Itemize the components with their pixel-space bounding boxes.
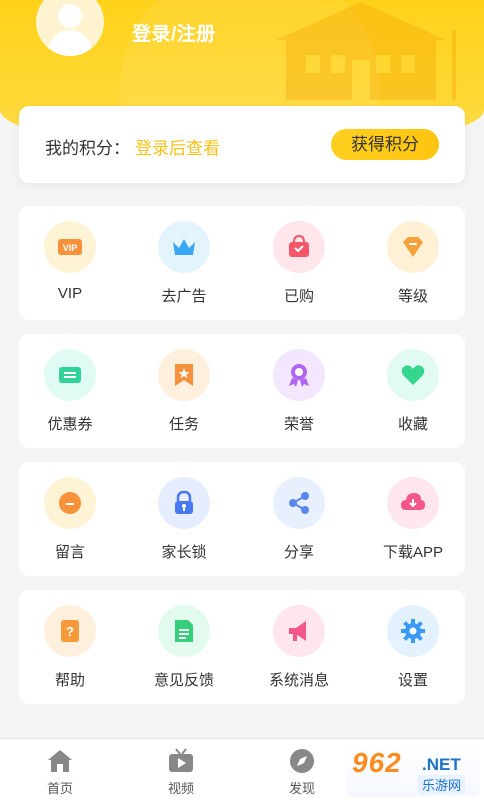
house-illustration-icon <box>276 2 456 100</box>
menu-item-label: 收藏 <box>397 416 428 433</box>
menu-card-4: ? 帮助 意见反馈 系统消息 设置 <box>19 590 465 704</box>
menu-item-feedback[interactable]: 意见反馈 <box>133 590 243 704</box>
avatar-body <box>48 30 92 56</box>
menu-item-label: 系统消息 <box>268 672 329 689</box>
tab-label: 首页 <box>46 781 73 796</box>
home-icon <box>48 750 72 772</box>
tab-label: 视频 <box>167 781 194 796</box>
menu-item-label: 设置 <box>397 672 428 689</box>
svg-text:VIP: VIP <box>63 243 78 253</box>
site-watermark-logo: 962 .NET 乐游网 <box>346 745 480 797</box>
bookmark-icon <box>158 349 210 401</box>
points-label: 我的积分： <box>45 139 130 158</box>
menu-item-label: 去广告 <box>161 288 207 305</box>
menu-item-label: 留言 <box>54 544 85 561</box>
menu-item-label: 优惠券 <box>47 416 93 433</box>
document-icon <box>158 605 210 657</box>
menu-item-label: 任务 <box>168 416 199 433</box>
tab-discover[interactable]: 发现 <box>252 739 352 800</box>
menu-item-download-app[interactable]: 下载APP <box>362 462 472 576</box>
vip-icon: VIP <box>44 221 96 273</box>
login-register-link[interactable]: 登录/注册 <box>132 19 216 46</box>
megaphone-icon <box>273 605 325 657</box>
menu-item-label: VIP <box>57 285 83 302</box>
tv-icon <box>169 748 193 772</box>
menu-item-honor[interactable]: 荣誉 <box>248 334 358 448</box>
menu-card-1: VIP VIP 去广告 已购 等级 <box>19 206 465 320</box>
menu-item-label: 等级 <box>397 288 428 305</box>
get-points-button[interactable]: 获得积分 <box>331 129 439 160</box>
lock-icon <box>158 477 210 529</box>
menu-item-label: 下载APP <box>382 544 443 561</box>
watermark-site-name: 乐游网 <box>418 775 466 794</box>
menu-card-2: 优惠券 任务 荣誉 收藏 <box>19 334 465 448</box>
heart-icon <box>387 349 439 401</box>
menu-item-purchased[interactable]: 已购 <box>248 206 358 320</box>
points-login-link[interactable]: 登录后查看 <box>135 134 220 159</box>
menu-item-settings[interactable]: 设置 <box>362 590 472 704</box>
diamond-icon <box>387 221 439 273</box>
tab-home[interactable]: 首页 <box>10 739 110 800</box>
watermark-net: .NET <box>422 755 461 774</box>
menu-item-label: 意见反馈 <box>153 672 214 689</box>
menu-item-level[interactable]: 等级 <box>362 206 472 320</box>
menu-item-label: 家长锁 <box>161 544 207 561</box>
crown-icon <box>158 221 210 273</box>
menu-item-parental-lock[interactable]: 家长锁 <box>133 462 243 576</box>
menu-item-share[interactable]: 分享 <box>248 462 358 576</box>
svg-text:?: ? <box>66 624 74 639</box>
tab-video[interactable]: 视频 <box>131 739 231 800</box>
help-book-icon: ? <box>44 605 96 657</box>
tab-label: 发现 <box>288 781 315 796</box>
avatar[interactable] <box>36 0 104 56</box>
download-cloud-icon <box>387 477 439 529</box>
menu-item-label: 分享 <box>283 544 314 561</box>
menu-item-help[interactable]: ? 帮助 <box>19 590 129 704</box>
menu-item-message[interactable]: 留言 <box>19 462 129 576</box>
coupon-icon <box>44 349 96 401</box>
menu-item-label: 荣誉 <box>283 416 314 433</box>
gear-icon <box>387 605 439 657</box>
share-icon <box>273 477 325 529</box>
menu-item-vip[interactable]: VIP VIP <box>19 206 129 320</box>
points-card: 我的积分： 登录后查看 获得积分 <box>19 106 465 183</box>
menu-item-remove-ads[interactable]: 去广告 <box>133 206 243 320</box>
compass-icon <box>290 749 314 773</box>
menu-card-3: 留言 家长锁 分享 下载APP <box>19 462 465 576</box>
menu-item-coupon[interactable]: 优惠券 <box>19 334 129 448</box>
message-icon <box>44 477 96 529</box>
medal-icon <box>273 349 325 401</box>
watermark-number: 962 <box>352 747 402 778</box>
menu-item-favorites[interactable]: 收藏 <box>362 334 472 448</box>
menu-item-label: 帮助 <box>54 672 85 689</box>
avatar-head <box>58 4 82 28</box>
bag-icon <box>273 221 325 273</box>
menu-item-tasks[interactable]: 任务 <box>133 334 243 448</box>
menu-item-label: 已购 <box>283 288 314 305</box>
menu-item-system-messages[interactable]: 系统消息 <box>248 590 358 704</box>
